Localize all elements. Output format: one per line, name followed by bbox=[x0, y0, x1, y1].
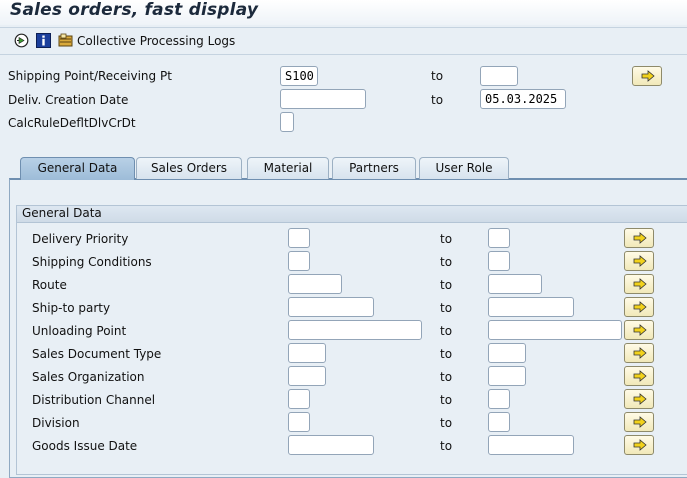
distribution-channel-to-input[interactable] bbox=[488, 389, 510, 409]
shipping-point-from-input[interactable]: S100 bbox=[280, 66, 318, 86]
to-label: to bbox=[440, 416, 453, 430]
delivery-priority-multiple-selection-button[interactable] bbox=[624, 228, 654, 248]
general-data-group-title: General Data bbox=[22, 206, 102, 220]
logs-icon[interactable] bbox=[58, 33, 73, 48]
division-from-input[interactable] bbox=[288, 412, 310, 432]
shipping-conditions-from-input[interactable] bbox=[288, 251, 310, 271]
division-label: Division bbox=[32, 416, 80, 430]
sales-document-type-multiple-selection-button[interactable] bbox=[624, 343, 654, 363]
to-label: to bbox=[440, 439, 453, 453]
route-to-input[interactable] bbox=[488, 274, 542, 294]
route-label: Route bbox=[32, 278, 67, 292]
route-from-input[interactable] bbox=[288, 274, 342, 294]
unloading-point-label: Unloading Point bbox=[32, 324, 127, 338]
deliv-creation-date-label: Deliv. Creation Date bbox=[8, 93, 129, 107]
arrow-right-icon bbox=[633, 347, 647, 359]
shipping-point-multiple-selection-button[interactable] bbox=[632, 66, 662, 86]
page-title: Sales orders, fast display bbox=[10, 0, 259, 20]
division-to-input[interactable] bbox=[488, 412, 510, 432]
distribution-channel-label: Distribution Channel bbox=[32, 393, 156, 407]
arrow-right-icon bbox=[633, 278, 647, 290]
arrow-right-icon bbox=[633, 324, 647, 336]
to-label: to bbox=[440, 278, 453, 292]
sales-document-type-label: Sales Document Type bbox=[32, 347, 162, 361]
shipping-conditions-multiple-selection-button[interactable] bbox=[624, 251, 654, 271]
to-label: to bbox=[431, 93, 444, 107]
tab-material[interactable]: Material bbox=[247, 157, 329, 179]
to-label: to bbox=[440, 301, 453, 315]
shipping-point-label: Shipping Point/Receiving Pt bbox=[8, 69, 172, 83]
tab-partners[interactable]: Partners bbox=[332, 157, 416, 179]
calc-rule-checkbox[interactable] bbox=[280, 112, 294, 132]
ship-to-party-multiple-selection-button[interactable] bbox=[624, 297, 654, 317]
deliv-creation-date-from-input[interactable] bbox=[280, 89, 366, 109]
shipping-conditions-to-input[interactable] bbox=[488, 251, 510, 271]
arrow-right-icon bbox=[633, 370, 647, 382]
arrow-right-icon bbox=[633, 301, 647, 313]
ship-to-party-from-input[interactable] bbox=[288, 297, 374, 317]
division-multiple-selection-button[interactable] bbox=[624, 412, 654, 432]
shipping-point-to-input[interactable] bbox=[480, 66, 518, 86]
unloading-point-to-input[interactable] bbox=[488, 320, 622, 340]
title-bar: Sales orders, fast display bbox=[0, 0, 687, 25]
distribution-channel-from-input[interactable] bbox=[288, 389, 310, 409]
general-data-group-header bbox=[16, 205, 687, 223]
tab-sales-orders[interactable]: Sales Orders bbox=[136, 157, 242, 179]
delivery-priority-to-input[interactable] bbox=[488, 228, 510, 248]
distribution-channel-multiple-selection-button[interactable] bbox=[624, 389, 654, 409]
arrow-right-icon bbox=[633, 439, 647, 451]
sales-document-type-to-input[interactable] bbox=[488, 343, 526, 363]
info-icon[interactable] bbox=[36, 33, 51, 48]
sales-document-type-from-input[interactable] bbox=[288, 343, 326, 363]
to-label: to bbox=[440, 370, 453, 384]
delivery-priority-label: Delivery Priority bbox=[32, 232, 129, 246]
ship-to-party-label: Ship-to party bbox=[32, 301, 111, 315]
sales-organization-to-input[interactable] bbox=[488, 366, 526, 386]
to-label: to bbox=[440, 324, 453, 338]
calc-rule-label: CalcRuleDefltDlvCrDt bbox=[8, 116, 136, 130]
arrow-right-icon bbox=[633, 416, 647, 428]
delivery-priority-from-input[interactable] bbox=[288, 228, 310, 248]
unloading-point-from-input[interactable] bbox=[288, 320, 422, 340]
tab-general-data[interactable]: General Data bbox=[20, 157, 135, 180]
ship-to-party-to-input[interactable] bbox=[488, 297, 574, 317]
sales-organization-label: Sales Organization bbox=[32, 370, 145, 384]
goods-issue-date-multiple-selection-button[interactable] bbox=[624, 435, 654, 455]
sales-organization-from-input[interactable] bbox=[288, 366, 326, 386]
execute-clock-icon[interactable] bbox=[14, 33, 29, 48]
goods-issue-date-to-input[interactable] bbox=[488, 435, 574, 455]
to-label: to bbox=[440, 255, 453, 269]
route-multiple-selection-button[interactable] bbox=[624, 274, 654, 294]
arrow-right-icon bbox=[633, 255, 647, 267]
collective-processing-logs-button[interactable]: Collective Processing Logs bbox=[77, 34, 235, 48]
shipping-conditions-label: Shipping Conditions bbox=[32, 255, 152, 269]
unloading-point-multiple-selection-button[interactable] bbox=[624, 320, 654, 340]
tab-user-role[interactable]: User Role bbox=[419, 157, 509, 179]
to-label: to bbox=[440, 393, 453, 407]
arrow-right-icon bbox=[633, 393, 647, 405]
arrow-right-icon bbox=[633, 232, 647, 244]
to-label: to bbox=[431, 69, 444, 83]
goods-issue-date-from-input[interactable] bbox=[288, 435, 374, 455]
sales-organization-multiple-selection-button[interactable] bbox=[624, 366, 654, 386]
goods-issue-date-label: Goods Issue Date bbox=[32, 439, 138, 453]
arrow-right-icon bbox=[641, 70, 655, 82]
to-label: to bbox=[440, 347, 453, 361]
application-toolbar: Collective Processing Logs bbox=[0, 27, 687, 55]
to-label: to bbox=[440, 232, 453, 246]
deliv-creation-date-to-input[interactable]: 05.03.2025 bbox=[480, 89, 566, 109]
